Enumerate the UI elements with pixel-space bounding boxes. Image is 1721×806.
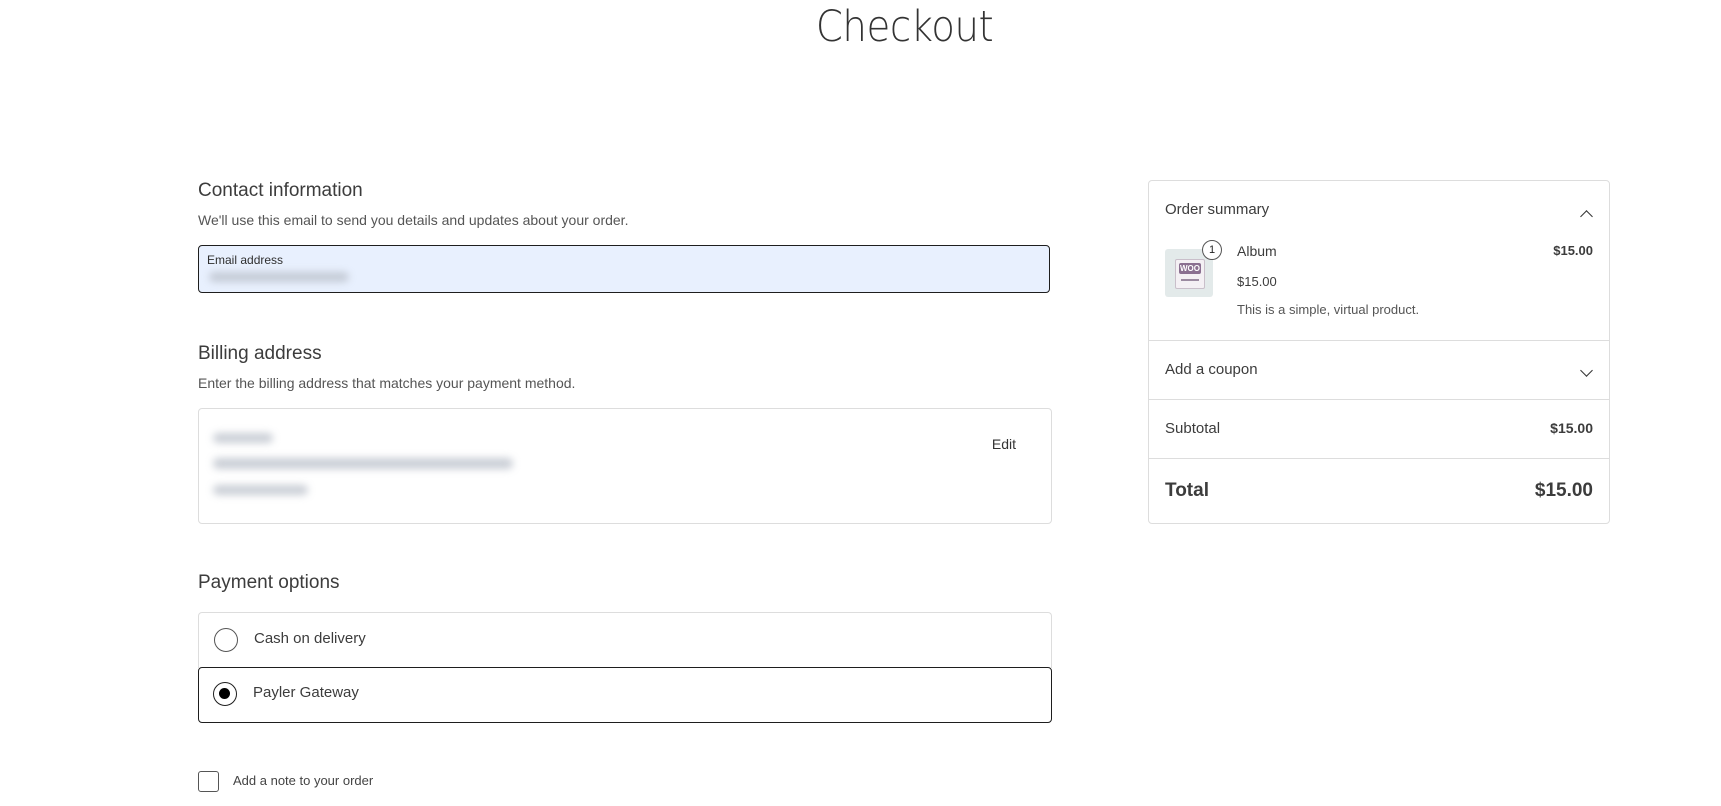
- payment-section-title: Payment options: [198, 572, 340, 593]
- edit-address-button[interactable]: Edit: [992, 436, 1016, 452]
- radio-button-selected[interactable]: [213, 682, 237, 706]
- product-description: This is a simple, virtual product.: [1237, 302, 1420, 317]
- chevron-up-icon[interactable]: [1580, 210, 1593, 223]
- radio-button[interactable]: [214, 628, 238, 652]
- total-value: $15.00: [1534, 480, 1593, 501]
- payment-option-cash-on-delivery[interactable]: Cash on delivery: [198, 612, 1052, 668]
- address-line-redacted: [213, 485, 308, 495]
- quantity-badge: 1: [1202, 240, 1222, 260]
- payment-option-payler-gateway[interactable]: Payler Gateway: [198, 667, 1052, 723]
- billing-section-description: Enter the billing address that matches y…: [198, 375, 576, 391]
- order-note-label: Add a note to your order: [233, 773, 374, 788]
- email-value-redacted: [209, 272, 349, 282]
- thumbnail-logo: WOO: [1179, 263, 1201, 274]
- page-title: Checkout: [815, 2, 994, 52]
- divider: [1149, 399, 1609, 400]
- payment-option-label: Payler Gateway: [253, 684, 359, 701]
- email-field-label: Email address: [207, 253, 284, 267]
- total-label: Total: [1165, 480, 1209, 501]
- product-line-total: $15.00: [1553, 243, 1593, 258]
- divider: [1149, 458, 1609, 459]
- contact-section-description: We'll use this email to send you details…: [198, 212, 629, 228]
- payment-option-label: Cash on delivery: [254, 630, 366, 647]
- add-coupon-toggle[interactable]: Add a coupon: [1165, 361, 1258, 378]
- product-price: $15.00: [1237, 274, 1277, 289]
- divider: [1149, 340, 1609, 341]
- billing-address-card: Edit: [198, 408, 1052, 524]
- order-note-checkbox[interactable]: [198, 771, 219, 792]
- order-summary-panel: Order summary WOO 1 Album $15.00 $15.00 …: [1148, 180, 1610, 524]
- subtotal-value: $15.00: [1550, 420, 1593, 436]
- address-line-redacted: [213, 433, 273, 443]
- address-line-redacted: [213, 458, 513, 469]
- order-summary-title[interactable]: Order summary: [1165, 201, 1269, 218]
- contact-section-title: Contact information: [198, 180, 363, 201]
- email-field[interactable]: Email address: [198, 245, 1050, 293]
- subtotal-label: Subtotal: [1165, 420, 1221, 437]
- product-name: Album: [1237, 243, 1277, 259]
- chevron-down-icon[interactable]: [1580, 364, 1593, 377]
- billing-section-title: Billing address: [198, 343, 322, 364]
